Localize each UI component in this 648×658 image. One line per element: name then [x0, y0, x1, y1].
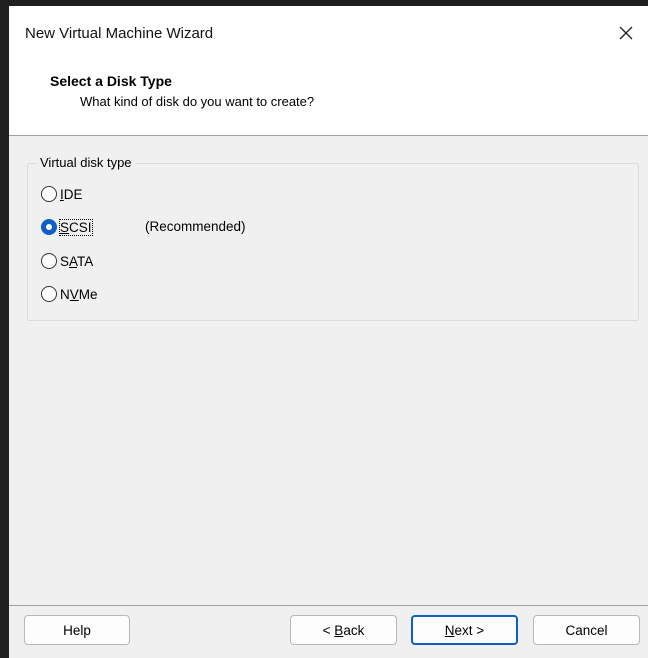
close-button[interactable] — [604, 13, 648, 53]
close-icon — [619, 26, 633, 40]
page-subtitle: What kind of disk do you want to create? — [80, 94, 315, 109]
wizard-window: New Virtual Machine Wizard Select a Disk… — [9, 6, 648, 658]
radio-circle — [41, 186, 57, 202]
radio-label-scsi: SCSI — [59, 218, 93, 236]
page-title: Select a Disk Type — [50, 73, 172, 89]
radio-ide[interactable]: IDE — [41, 183, 83, 205]
help-button[interactable]: Help — [24, 615, 130, 645]
radio-nvme[interactable]: NVMe — [41, 283, 98, 305]
footer-separator — [9, 605, 648, 606]
radio-sata[interactable]: SATA — [41, 250, 93, 272]
radio-circle-selected — [41, 219, 57, 235]
group-legend: Virtual disk type — [37, 155, 135, 170]
radio-label-nvme: NVMe — [60, 286, 98, 302]
recommended-note: (Recommended) — [145, 219, 246, 234]
next-button[interactable]: Next > — [411, 615, 518, 645]
cancel-button[interactable]: Cancel — [533, 615, 640, 645]
radio-scsi[interactable]: SCSI — [41, 216, 93, 238]
back-button[interactable]: < Back — [290, 615, 397, 645]
window-title: New Virtual Machine Wizard — [25, 25, 214, 42]
radio-label-sata: SATA — [60, 253, 94, 269]
radio-circle — [41, 253, 57, 269]
virtual-disk-type-group: Virtual disk type IDE SCSI (Recommended)… — [27, 155, 639, 321]
wizard-header: Select a Disk Type What kind of disk do … — [9, 60, 648, 136]
radio-circle — [41, 286, 57, 302]
radio-label-ide: IDE — [60, 186, 83, 202]
title-bar: New Virtual Machine Wizard — [9, 6, 648, 60]
